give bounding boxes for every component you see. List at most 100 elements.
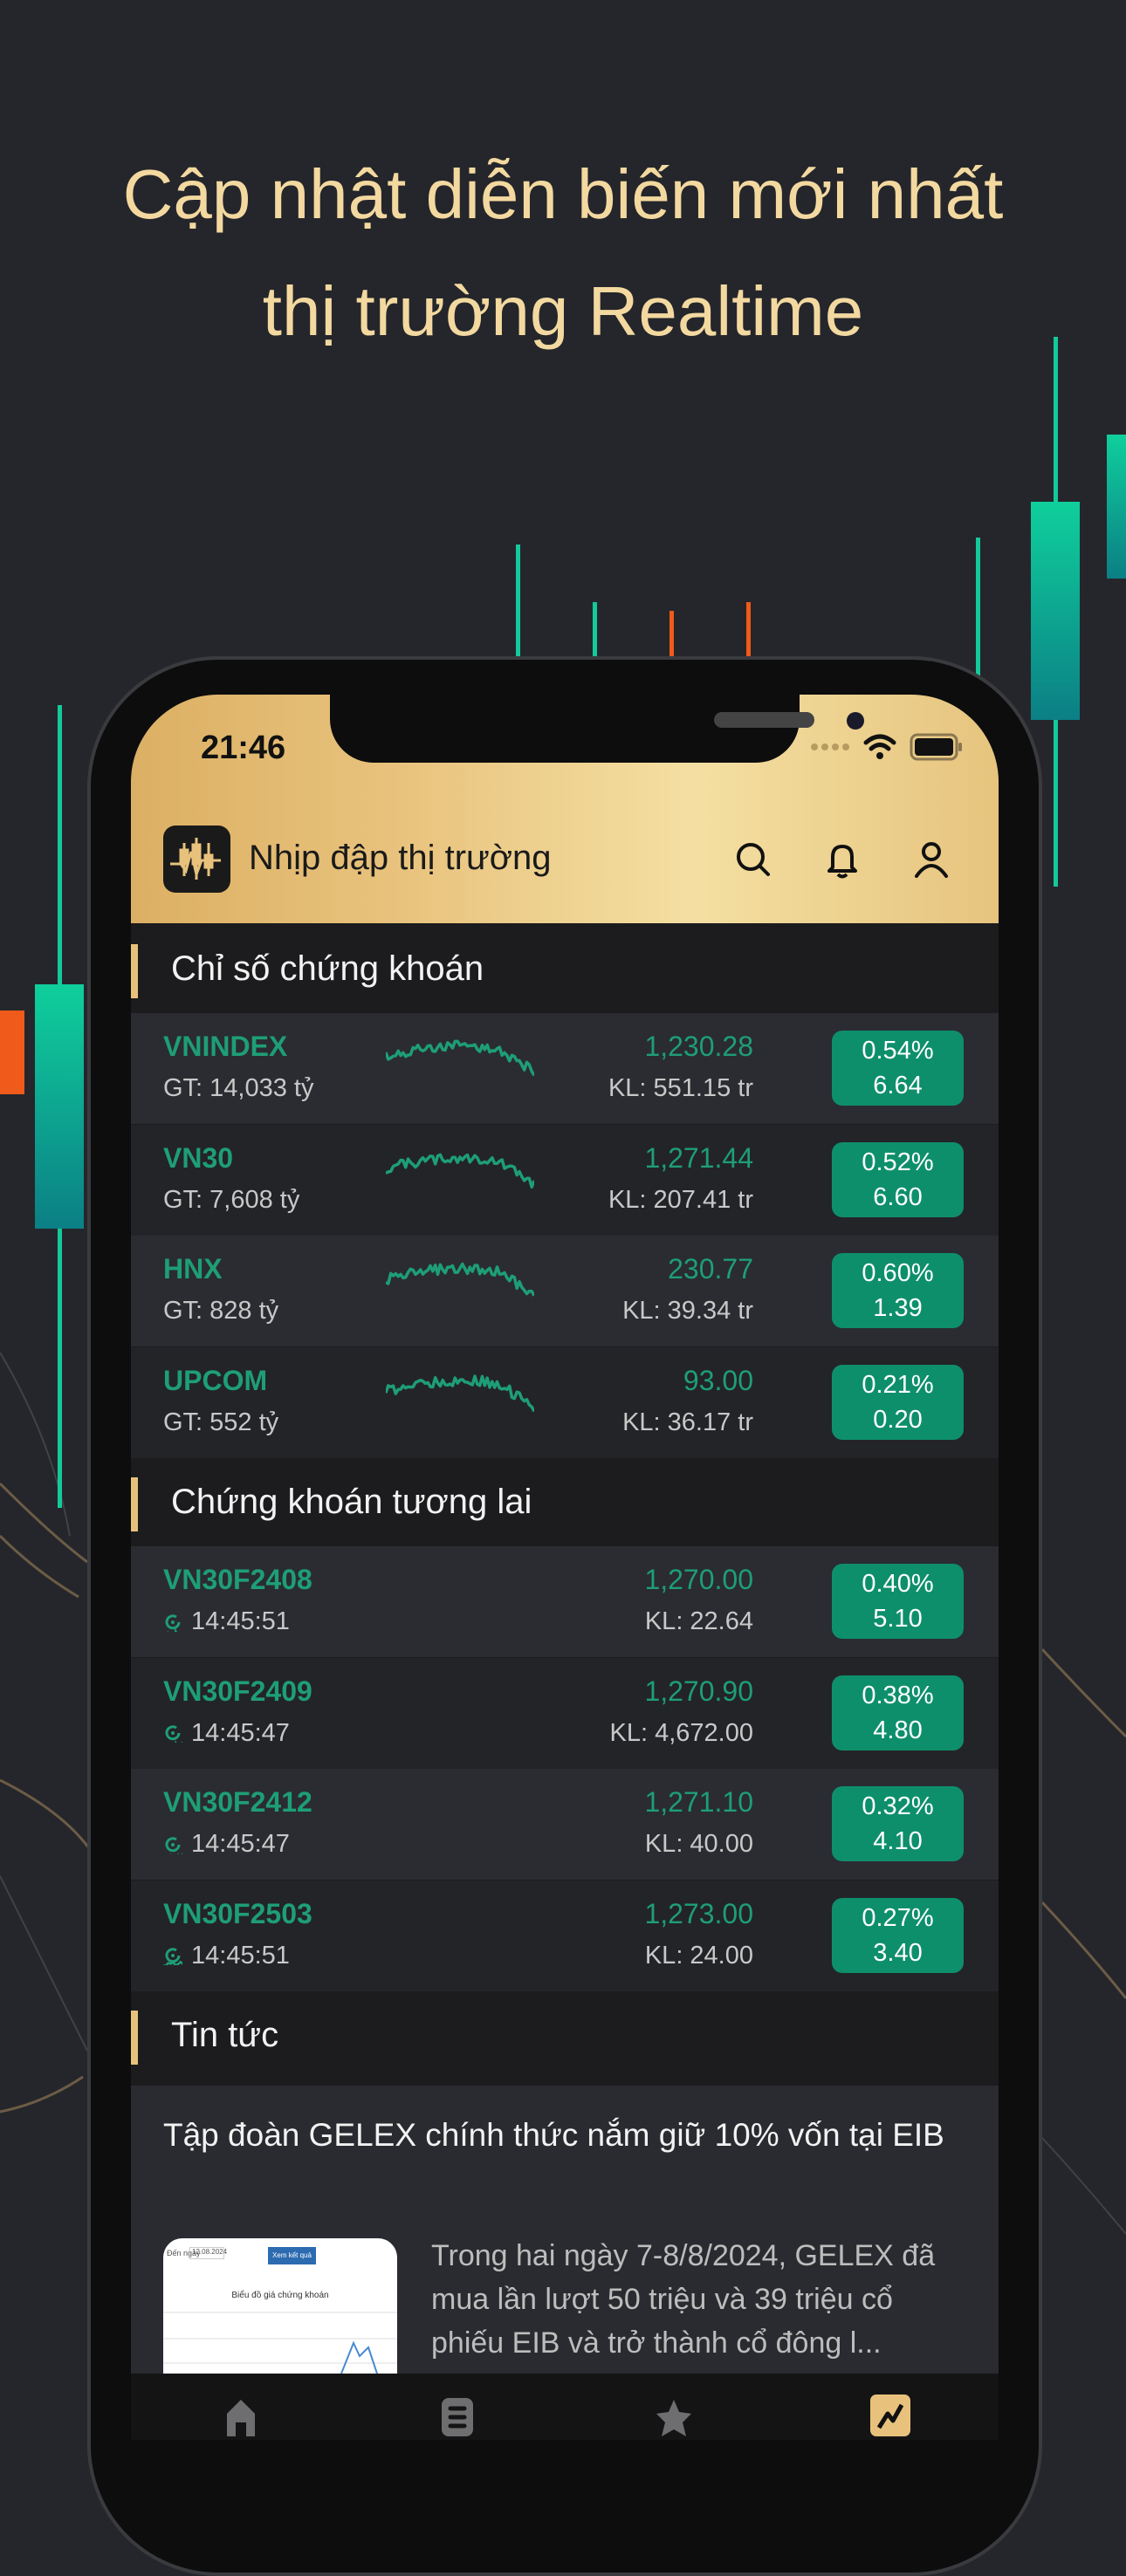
change-percent: 0.38% — [862, 1681, 934, 1709]
change-value: 4.80 — [873, 1716, 923, 1744]
change-badge[interactable]: 0.32% 4.10 — [832, 1786, 964, 1861]
table-row[interactable]: VN30F2503 14:45:51 1,273.00 KL: 24.00 0.2… — [131, 1880, 999, 1991]
table-row[interactable]: VN30F2409 14:45:47 1,270.90 KL: 4,672.00 … — [131, 1657, 999, 1769]
row-price: 1,273.00 — [644, 1897, 753, 1929]
row-time: 14:45:51 — [163, 1942, 290, 1970]
home-icon[interactable] — [223, 2398, 258, 2436]
search-icon[interactable] — [733, 839, 773, 880]
row-volume: KL: 4,672.00 — [609, 1718, 753, 1747]
app-header: 21:46 Nhịp đập thị trường — [131, 695, 999, 923]
row-value: GT: 828 tỷ — [163, 1297, 279, 1325]
app-title: Nhịp đập thị trường — [249, 839, 552, 877]
row-timestamp: 14:45:47 — [191, 1718, 290, 1747]
thumb-button: Xem kết quả — [268, 2247, 316, 2264]
change-percent: 0.21% — [862, 1370, 934, 1399]
row-symbol: VN30F2503 — [163, 1897, 312, 1929]
table-row[interactable]: HNX GT: 828 tỷ 230.77 KL: 39.34 tr 0.60% 1… — [131, 1236, 999, 1346]
sparkline — [386, 1675, 534, 1737]
row-volume: KL: 24.00 — [644, 1941, 753, 1970]
row-price: 1,271.44 — [644, 1141, 753, 1174]
row-volume: KL: 40.00 — [644, 1830, 753, 1858]
table-row[interactable]: UPCOM GT: 552 tỷ 93.00 KL: 36.17 tr 0.21%… — [131, 1346, 999, 1458]
change-badge[interactable]: 0.60% 1.39 — [832, 1253, 964, 1328]
clock-refresh-icon — [165, 1725, 182, 1743]
change-value: 4.10 — [873, 1827, 923, 1855]
change-percent: 0.60% — [862, 1259, 934, 1287]
row-symbol: HNX — [163, 1253, 223, 1285]
change-badge[interactable]: 0.52% 6.60 — [832, 1141, 964, 1217]
change-percent: 0.54% — [862, 1037, 934, 1065]
row-symbol: VN30F2408 — [163, 1564, 312, 1595]
section-title: Tin tức — [171, 2016, 279, 2054]
row-volume: KL: 207.41 tr — [608, 1185, 753, 1214]
row-time: 14:45:51 — [163, 1607, 290, 1636]
signal-icon — [811, 743, 849, 750]
row-symbol: VN30 — [163, 1141, 234, 1174]
status-icons — [810, 733, 964, 761]
sparkline — [386, 1153, 534, 1189]
row-symbol: UPCOM — [163, 1364, 268, 1396]
row-time: 14:45:47 — [163, 1830, 290, 1859]
table-row[interactable]: VN30F2412 14:45:47 1,271.10 KL: 40.00 0.3… — [131, 1769, 999, 1880]
change-percent: 0.32% — [862, 1792, 934, 1820]
sparkline — [386, 1786, 534, 1847]
row-volume: KL: 36.17 tr — [622, 1408, 753, 1436]
wifi-icon — [863, 734, 896, 759]
list-icon[interactable] — [442, 2398, 473, 2436]
row-volume: KL: 22.64 — [644, 1607, 753, 1635]
row-timestamp: 14:45:51 — [191, 1607, 290, 1635]
user-icon[interactable] — [911, 839, 951, 880]
table-row[interactable]: VNINDEX GT: 14,033 tỷ 1,230.28 KL: 551.15… — [131, 1013, 999, 1124]
change-value: 1.39 — [873, 1294, 923, 1322]
clock-refresh-icon — [163, 1948, 182, 1965]
bell-icon[interactable] — [822, 839, 862, 880]
change-badge[interactable]: 0.38% 4.80 — [832, 1675, 964, 1750]
row-price: 1,270.90 — [644, 1675, 753, 1707]
row-time: 14:45:47 — [163, 1719, 290, 1748]
news-item[interactable]: Tập đoàn GELEX chính thức nắm giữ 10% vố… — [131, 2086, 999, 2395]
change-badge[interactable]: 0.27% 3.40 — [832, 1897, 964, 1973]
section-indices-header: Chỉ số chứng khoán — [131, 930, 999, 1011]
row-volume: KL: 39.34 tr — [622, 1297, 753, 1325]
change-value: 0.20 — [873, 1405, 923, 1434]
news-thumbnail[interactable]: Đến ngày 12.08.2024 Xem kết quả Biểu đồ … — [163, 2238, 397, 2395]
row-value: GT: 552 tỷ — [163, 1408, 279, 1436]
sparkline — [386, 1374, 534, 1412]
clock-refresh-icon — [165, 1836, 182, 1854]
news-headline[interactable]: Tập đoàn GELEX chính thức nắm giữ 10% vố… — [163, 2112, 966, 2159]
section-title: Chứng khoán tương lai — [171, 1483, 532, 1521]
table-row[interactable]: VN30 GT: 7,608 tỷ 1,271.44 KL: 207.41 tr … — [131, 1124, 999, 1236]
row-value: GT: 7,608 tỷ — [163, 1185, 300, 1214]
row-price: 1,271.10 — [644, 1786, 753, 1818]
bottom-tab-bar — [131, 2374, 999, 2440]
section-news-header: Tin tức — [131, 1997, 999, 2077]
thumb-caption: Biểu đồ giá chứng khoán — [231, 2291, 329, 2300]
row-volume: KL: 551.15 tr — [608, 1074, 753, 1102]
change-value: 5.10 — [873, 1605, 923, 1633]
row-timestamp: 14:45:51 — [191, 1941, 290, 1970]
change-badge[interactable]: 0.21% 0.20 — [832, 1364, 964, 1440]
change-badge[interactable]: 0.54% 6.64 — [832, 1031, 964, 1106]
sparkline — [386, 1564, 534, 1625]
camera — [847, 712, 864, 730]
row-price: 1,230.28 — [644, 1031, 753, 1062]
row-price: 1,270.00 — [644, 1564, 753, 1595]
app-logo — [163, 826, 230, 893]
change-value: 3.40 — [873, 1938, 923, 1967]
news-summary: Trong hai ngày 7-8/8/2024, GELEX đã mua … — [431, 2239, 936, 2360]
sparkline — [386, 1898, 534, 1959]
chart-icon[interactable] — [870, 2394, 910, 2436]
change-badge[interactable]: 0.40% 5.10 — [832, 1564, 964, 1639]
thumb-date: 12.08.2024 — [189, 2247, 227, 2259]
sparkline — [386, 1262, 534, 1297]
change-percent: 0.27% — [862, 1903, 934, 1932]
row-symbol: VN30F2409 — [163, 1675, 312, 1707]
table-row[interactable]: VN30F2408 14:45:51 1,270.00 KL: 22.64 0.4… — [131, 1546, 999, 1657]
app-screen: 21:46 Nhịp đập thị trường Chỉ số chứng k… — [131, 695, 999, 2440]
star-icon[interactable] — [655, 2398, 693, 2436]
row-value: GT: 14,033 tỷ — [163, 1074, 314, 1102]
change-percent: 0.40% — [862, 1570, 934, 1598]
battery-icon — [910, 733, 962, 761]
section-futures-header: Chứng khoán tương lai — [131, 1463, 999, 1544]
change-value: 6.64 — [873, 1072, 923, 1100]
